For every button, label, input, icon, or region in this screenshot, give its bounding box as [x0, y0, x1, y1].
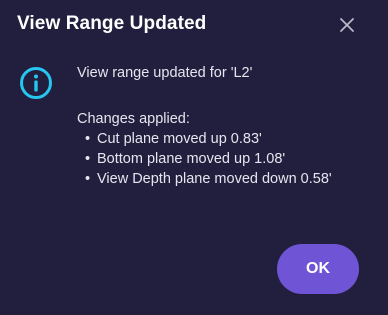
message-text: View range updated for 'L2'	[77, 65, 253, 81]
ok-button[interactable]: OK	[277, 244, 359, 294]
view-range-dialog: View Range Updated View range updated fo…	[0, 0, 388, 315]
info-icon	[18, 65, 54, 101]
close-icon[interactable]	[336, 14, 358, 36]
changes-heading: Changes applied:	[77, 111, 190, 127]
change-item: Cut plane moved up 0.83'	[77, 129, 377, 149]
change-item: View Depth plane moved down 0.58'	[77, 169, 377, 189]
dialog-message: View range updated for 'L2' Changes appl…	[77, 63, 377, 189]
dialog-title: View Range Updated	[17, 13, 207, 34]
changes-list: Cut plane moved up 0.83' Bottom plane mo…	[77, 129, 377, 189]
change-item: Bottom plane moved up 1.08'	[77, 149, 377, 169]
